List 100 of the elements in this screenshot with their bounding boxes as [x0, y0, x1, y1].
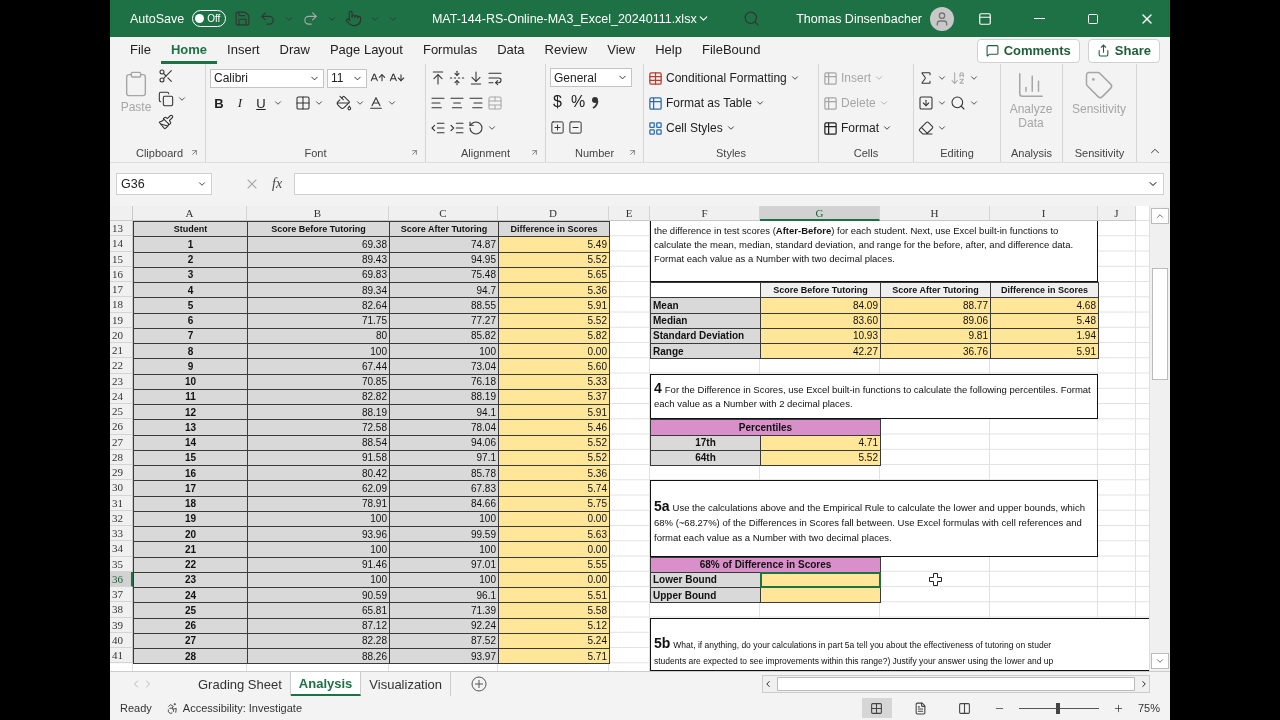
font-style-button[interactable]: U	[252, 93, 270, 113]
caret-icon[interactable]	[937, 73, 947, 83]
comma-style-icon[interactable]	[591, 95, 600, 109]
row-number[interactable]: 14	[110, 236, 133, 252]
ribbon-tab[interactable]: Insert	[217, 37, 270, 64]
increase-decimal-icon[interactable]	[550, 119, 565, 135]
orientation-icon[interactable]	[468, 120, 484, 136]
ribbon-tab[interactable]: Page Layout	[319, 37, 413, 64]
caret-icon[interactable]	[969, 73, 979, 83]
ribbon-tab[interactable]: Formulas	[412, 37, 488, 64]
normal-view-button[interactable]	[861, 698, 892, 718]
column-header[interactable]: A	[133, 206, 247, 221]
decrease-decimal-icon[interactable]	[568, 119, 583, 135]
font-name-field[interactable]: Calibri	[210, 68, 324, 88]
insert-function-button[interactable]: fx	[266, 176, 289, 192]
caret-icon[interactable]	[314, 98, 324, 108]
styles-button[interactable]: Format as Table	[648, 93, 800, 113]
user-name[interactable]: Thomas Dinsenbacher	[796, 11, 922, 26]
row-number[interactable]: 37	[110, 587, 133, 603]
row-number[interactable]: 18	[110, 297, 133, 313]
font-style-button[interactable]: I	[231, 93, 249, 113]
ribbon-tab[interactable]: Data	[487, 37, 535, 64]
column-header[interactable]: D	[498, 206, 609, 221]
name-box[interactable]: G36	[116, 173, 212, 195]
row-number[interactable]: 30	[110, 480, 133, 496]
row-number[interactable]: 33	[110, 526, 133, 542]
styles-button[interactable]: Cell Styles	[648, 118, 800, 138]
caret-icon[interactable]	[937, 123, 947, 133]
zoom-slider-thumb[interactable]	[1056, 702, 1061, 714]
number-format-field[interactable]: General	[550, 68, 632, 87]
row-number[interactable]: 13	[110, 221, 133, 237]
column-header[interactable]: B	[247, 206, 389, 221]
add-sheet-icon[interactable]	[471, 676, 488, 692]
column-header[interactable]: F	[650, 206, 760, 221]
caret-icon[interactable]	[969, 98, 979, 108]
redo-icon[interactable]	[302, 10, 320, 27]
top-align-icon[interactable]	[430, 70, 446, 86]
caret-icon[interactable]	[273, 98, 283, 108]
ribbon-tab[interactable]: Help	[645, 37, 692, 64]
styles-button[interactable]: Conditional Formatting	[648, 68, 800, 88]
scrollbar-thumb[interactable]	[1152, 268, 1168, 380]
row-number[interactable]: 17	[110, 282, 133, 298]
middle-align-icon[interactable]	[449, 70, 465, 86]
align-left-icon[interactable]	[430, 95, 446, 111]
row-number[interactable]: 29	[110, 465, 133, 481]
dialog-launcher-icon[interactable]	[530, 148, 539, 157]
ribbon-tab[interactable]: View	[597, 37, 646, 64]
dialog-launcher-icon[interactable]	[190, 148, 199, 157]
row-number[interactable]: 26	[110, 419, 133, 435]
autosum-icon[interactable]	[918, 70, 934, 86]
window-title[interactable]: MAT-144-RS-Online-MA3_Excel_20240111.xlsx	[431, 11, 697, 26]
cells-button[interactable]: Format	[823, 118, 892, 138]
number-format-button[interactable]: $	[550, 92, 565, 112]
fill-color-icon[interactable]	[336, 95, 352, 111]
font-size-field[interactable]: 11	[327, 68, 367, 88]
row-number[interactable]: 22	[110, 358, 133, 374]
zoom-level[interactable]: 75%	[1137, 702, 1160, 714]
column-header[interactable]: I	[990, 206, 1098, 221]
number-format-button[interactable]: %	[567, 92, 589, 112]
bottom-align-icon[interactable]	[468, 70, 484, 86]
column-header[interactable]: J	[1098, 206, 1136, 221]
borders-icon[interactable]	[295, 95, 311, 111]
row-number[interactable]: 34	[110, 541, 133, 557]
clear-icon[interactable]	[918, 120, 934, 136]
touch-mode-icon[interactable]	[345, 10, 363, 27]
find-icon[interactable]	[950, 95, 966, 111]
sheet-tab[interactable]: Analysis	[290, 672, 362, 696]
sort-filter-icon[interactable]	[950, 70, 966, 86]
increase-indent-icon[interactable]	[449, 120, 465, 136]
undo-icon[interactable]	[259, 10, 277, 27]
avatar-icon[interactable]	[930, 6, 954, 31]
caret-icon[interactable]	[487, 123, 497, 133]
row-number[interactable]: 21	[110, 343, 133, 359]
ribbon-tab[interactable]: File	[120, 37, 161, 64]
horizontal-scrollbar[interactable]	[762, 675, 1150, 693]
caret-icon[interactable]	[387, 98, 397, 108]
row-number[interactable]: 25	[110, 404, 133, 420]
fill-icon[interactable]	[918, 95, 934, 111]
sheet-tab[interactable]: Grading Sheet	[190, 672, 291, 696]
wrap-text-icon[interactable]	[487, 70, 503, 86]
caret-icon[interactable]	[937, 98, 947, 108]
ribbon-tab[interactable]: Review	[534, 37, 598, 64]
row-number[interactable]: 41	[110, 648, 133, 664]
caret-icon[interactable]	[355, 98, 365, 108]
save-icon[interactable]	[234, 10, 252, 27]
accessibility-status[interactable]: Accessibility: Investigate	[182, 702, 302, 714]
decrease-indent-icon[interactable]	[430, 120, 446, 136]
column-header[interactable]: H	[880, 206, 990, 221]
formula-field[interactable]	[294, 173, 1164, 195]
zoom-in-icon[interactable]	[1112, 702, 1124, 714]
dialog-launcher-icon[interactable]	[410, 148, 419, 157]
accessibility-icon[interactable]	[165, 701, 179, 715]
font-color-icon[interactable]	[368, 95, 384, 111]
column-header[interactable]: G	[760, 206, 880, 221]
scrollbar-thumb[interactable]	[777, 677, 1135, 691]
share-button[interactable]: Share	[1087, 38, 1160, 63]
ribbon-tab[interactable]: FileBound	[691, 37, 771, 64]
column-header[interactable]: E	[609, 206, 650, 221]
column-header[interactable]: C	[389, 206, 498, 221]
copy-icon[interactable]	[158, 91, 174, 107]
